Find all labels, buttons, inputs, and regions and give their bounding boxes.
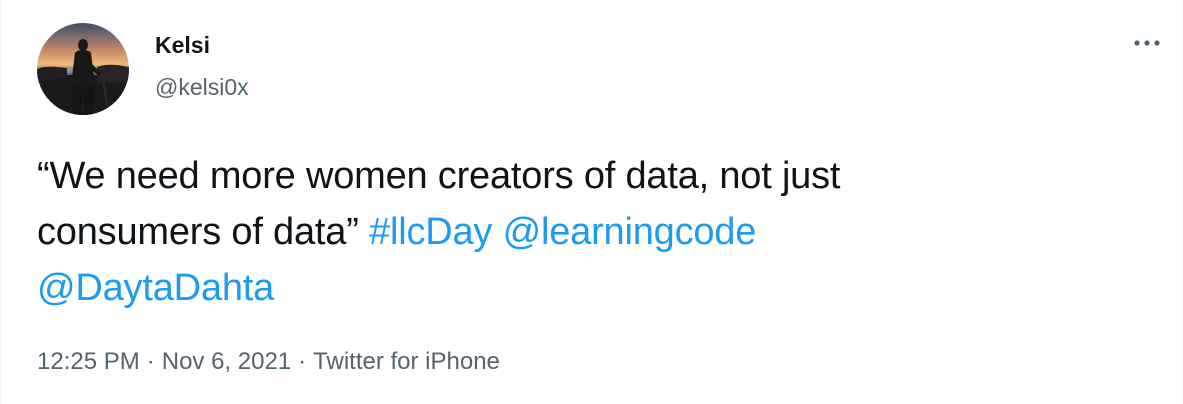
mention-link-learningcode[interactable]: @learningcode [503, 211, 757, 253]
avatar[interactable] [37, 23, 129, 115]
tweet-card: Kelsi @kelsi0x “We need more women creat… [0, 0, 1183, 404]
avatar-silhouette-icon [37, 23, 129, 115]
tweet-text-line-3: @DaytaDahta [37, 260, 1137, 316]
tweet-text-line-1: “We need more women creators of data, no… [37, 155, 841, 197]
meta-separator: · [146, 348, 155, 375]
tweet-text-line-2: consumers of data” #llcDay @learningcode [37, 204, 1137, 260]
mention-link-daytadahta[interactable]: @DaytaDahta [37, 267, 274, 309]
hashtag-link[interactable]: #llcDay [369, 211, 492, 253]
meta-separator: · [298, 348, 307, 375]
tweet-source[interactable]: Twitter for iPhone [313, 348, 500, 375]
tweet-text: “We need more women creators of data, no… [37, 148, 1137, 316]
tweet-text-quote-end: consumers of data” [37, 211, 359, 253]
more-options-icon [1134, 40, 1160, 46]
display-name[interactable]: Kelsi [155, 31, 210, 59]
user-handle[interactable]: @kelsi0x [155, 73, 249, 101]
tweet-metadata: 12:25 PM · Nov 6, 2021 · Twitter for iPhone [37, 346, 500, 378]
tweet-time[interactable]: 12:25 PM [37, 348, 140, 375]
tweet-date[interactable]: Nov 6, 2021 [162, 348, 291, 375]
more-options-button[interactable] [1132, 32, 1162, 54]
